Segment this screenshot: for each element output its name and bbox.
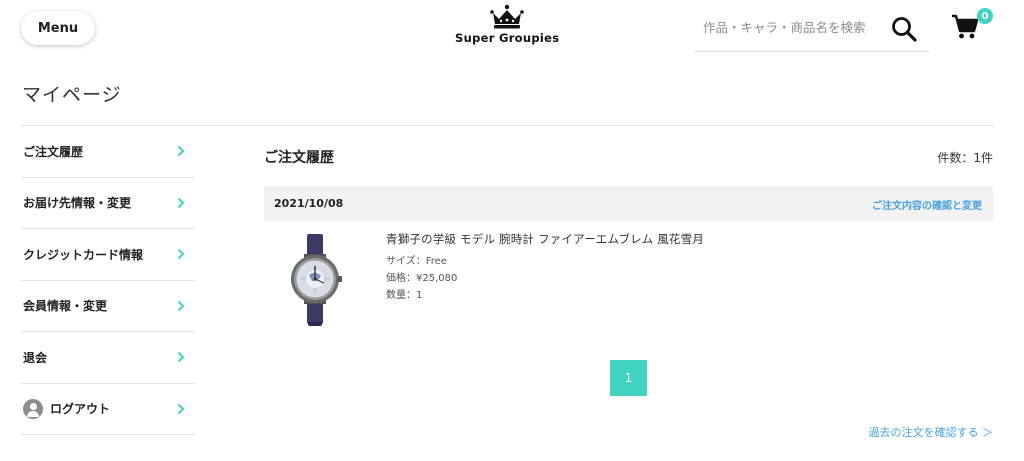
search-input[interactable] [703,14,883,40]
chevron-right-icon [177,197,185,208]
order-count: 件数：1件 [937,151,993,165]
product-image[interactable] [285,230,345,328]
search-icon[interactable] [891,16,917,42]
chevron-right-icon [177,300,185,311]
chevron-right-icon [177,249,185,260]
page-title: マイページ [22,84,122,106]
sidebar-item-shipping[interactable]: お届け先情報・変更 [21,178,195,229]
user-icon [23,398,43,419]
logo-text: Super Groupies [455,31,560,45]
sidebar-item-order-history[interactable]: ご注文履歴 [21,126,195,178]
product-name[interactable]: 青獅子の学級 モデル 腕時計 ファイアーエムブレム 風花雪月 [386,231,704,247]
chevron-right-icon [177,403,185,414]
sidebar-item-credit-card[interactable]: クレジットカード情報 [21,229,195,281]
cart-icon[interactable] [951,14,979,40]
product-price: 価格：¥25,080 [386,273,458,284]
sidebar-item-label: 会員情報・変更 [23,299,108,314]
sidebar-item-logout[interactable]: ログアウト [21,384,195,435]
past-orders-link[interactable]: 過去の注文を確認する ＞ [869,424,994,440]
chevron-right-icon [177,352,185,363]
menu-button[interactable]: Menu [21,11,95,45]
product-size: サイズ：Free [386,256,447,267]
order-header: 2021/10/08 ご注文内容の確認と変更 [264,186,993,221]
sidebar-item-label: ご注文履歴 [23,144,84,159]
sidebar-item-label: お届け先情報・変更 [23,196,132,211]
sidebar-item-member-info[interactable]: 会員情報・変更 [21,281,195,332]
crown-icon [490,4,524,29]
search-bar [695,6,929,52]
order-date: 2021/10/08 [274,197,344,210]
chevron-right-icon [177,146,185,157]
logo[interactable]: Super Groupies [455,4,559,48]
pagination-page-button[interactable]: 1 [610,360,647,396]
sidebar-item-label: クレジットカード情報 [23,247,144,262]
sidebar-item-label: 退会 [23,350,48,365]
cart-count-badge: 0 [977,8,993,24]
section-title: ご注文履歴 [264,150,334,166]
sidebar: ご注文履歴 お届け先情報・変更 クレジットカード情報 会員情報・変更 退会 ログ… [21,126,195,435]
sidebar-item-withdraw[interactable]: 退会 [21,332,195,384]
order-detail-link[interactable]: ご注文内容の確認と変更 [872,197,982,212]
sidebar-item-label: ログアウト [50,402,111,417]
product-quantity: 数量：1 [386,290,423,301]
